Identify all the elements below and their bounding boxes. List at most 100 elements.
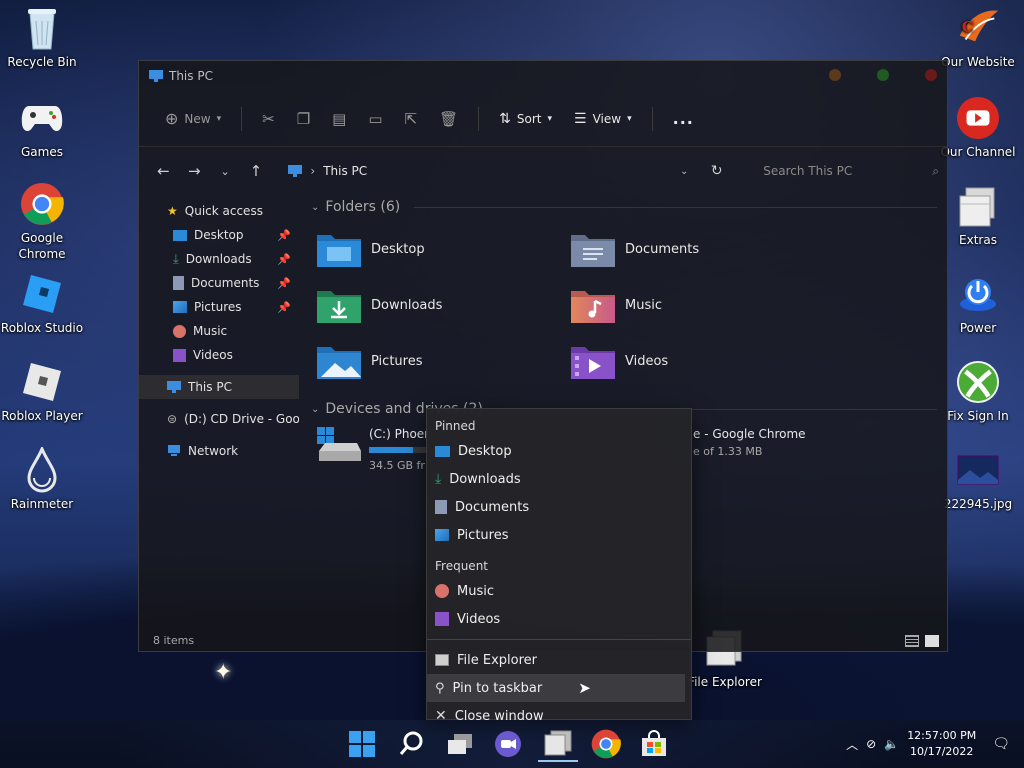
desktop-icon-power[interactable]: Power: [936, 272, 1020, 336]
details-view-icon[interactable]: [905, 635, 919, 647]
minimize-button[interactable]: [829, 69, 841, 81]
jump-list-item-downloads[interactable]: ⤓ Downloads: [427, 465, 685, 493]
windows-drive-icon: [317, 427, 361, 461]
sidebar-item-downloads[interactable]: ⤓ Downloads 📌: [139, 247, 299, 271]
video-icon: [173, 348, 186, 362]
start-button[interactable]: [342, 726, 382, 762]
desktop-icon-fix-sign-in[interactable]: Fix Sign In: [936, 360, 1020, 424]
sidebar-item-label: (D:) CD Drive - Goo: [184, 412, 299, 426]
breadcrumb[interactable]: › This PC ⌄: [288, 164, 688, 178]
clock[interactable]: 12:57:00 PM 10/17/2022: [907, 728, 976, 760]
sidebar-item-label: Desktop: [194, 228, 244, 242]
sort-button[interactable]: ⇅ Sort ▾: [491, 103, 560, 135]
sidebar-item-network[interactable]: Network: [139, 439, 299, 463]
pin-icon: 📌: [277, 276, 291, 290]
jump-list-open-file-explorer[interactable]: File Explorer: [427, 646, 685, 674]
address-dropdown-icon[interactable]: ⌄: [680, 166, 688, 177]
sidebar-item-music[interactable]: Music: [139, 319, 299, 343]
more-options-button[interactable]: ...: [665, 103, 702, 135]
teams-chat-button[interactable]: [488, 726, 528, 762]
desktop-icon-roblox-studio[interactable]: Roblox Studio: [0, 272, 84, 336]
rename-button[interactable]: ▭: [360, 103, 390, 135]
cut-button[interactable]: ✂: [254, 103, 283, 135]
up-button[interactable]: ↑: [244, 158, 269, 184]
taskbar-search-button[interactable]: [392, 726, 432, 762]
forward-button[interactable]: →: [182, 158, 207, 184]
folder-documents[interactable]: Documents: [571, 227, 825, 271]
jump-list-item-videos[interactable]: Videos: [427, 605, 685, 633]
folders-section-header[interactable]: ⌄ Folders (6): [311, 195, 937, 219]
file-explorer-taskbar-button[interactable]: [538, 726, 578, 762]
notifications-icon[interactable]: 🗨: [992, 736, 1010, 752]
desktop-icon-label: Rainmeter: [10, 497, 74, 511]
more-icon: ...: [672, 109, 694, 128]
video-icon: [435, 612, 449, 626]
jump-list-pin-to-taskbar[interactable]: ⚲ Pin to taskbar ➤: [427, 674, 685, 702]
folder-desktop[interactable]: Desktop: [317, 227, 571, 271]
close-button[interactable]: [925, 69, 937, 81]
desktop-icon-games[interactable]: Games: [0, 96, 84, 160]
section-title: Folders (6): [325, 199, 401, 215]
desktop-icon-our-channel[interactable]: Our Channel: [936, 96, 1020, 160]
network-icon: [168, 445, 180, 456]
sparkle-icon: ✦: [214, 660, 233, 685]
picture-icon: [173, 301, 187, 313]
chrome-icon: [591, 729, 621, 759]
folder-videos[interactable]: Videos: [571, 339, 825, 383]
desktop-icon-extras[interactable]: Extras: [936, 184, 1020, 248]
desktop-icon-image-file[interactable]: 222945.jpg: [936, 448, 1020, 512]
chrome-taskbar-button[interactable]: [586, 726, 626, 762]
desktop-folder-icon: [317, 231, 361, 267]
desktop-icon-our-website[interactable]: C Our Website: [936, 6, 1020, 70]
desktop-icon-rainmeter[interactable]: Rainmeter: [0, 447, 84, 512]
jump-list-item-pictures[interactable]: Pictures: [427, 521, 685, 549]
sidebar-item-pictures[interactable]: Pictures 📌: [139, 295, 299, 319]
paste-button[interactable]: ▤: [324, 103, 354, 135]
jump-list-item-music[interactable]: Music: [427, 577, 685, 605]
refresh-button[interactable]: ↻: [704, 158, 729, 184]
sidebar-item-label: Downloads: [185, 252, 252, 266]
show-hidden-icons-chevron-icon[interactable]: ︿: [846, 736, 858, 753]
desktop-icon-label: Fix Sign In: [947, 409, 1009, 423]
delete-button[interactable]: 🗑: [431, 103, 466, 135]
sidebar-item-cd-drive[interactable]: ⊜ (D:) CD Drive - Goo: [139, 407, 299, 431]
sidebar-item-videos[interactable]: Videos: [139, 343, 299, 367]
volume-icon[interactable]: 🔈: [884, 737, 899, 751]
copy-button[interactable]: ❐: [289, 103, 318, 135]
clock-time: 12:57:00 PM: [907, 729, 977, 742]
jump-list-item-desktop[interactable]: Desktop: [427, 437, 685, 465]
navigation-pane: ★ Quick access Desktop 📌 ⤓ Downloads 📌 D…: [139, 195, 299, 627]
back-button[interactable]: ←: [151, 158, 176, 184]
jump-list-item-documents[interactable]: Documents: [427, 493, 685, 521]
pin-icon: 📌: [277, 228, 291, 242]
store-button[interactable]: [634, 726, 674, 762]
sidebar-item-quick-access[interactable]: ★ Quick access: [139, 199, 299, 223]
share-button[interactable]: ⇱: [397, 103, 426, 135]
sidebar-item-documents[interactable]: Documents 📌: [139, 271, 299, 295]
jump-list-item-label: Pin to taskbar: [452, 680, 543, 696]
folder-pictures[interactable]: Pictures: [317, 339, 571, 383]
drive-d[interactable]: e - Google Chrome e of 1.33 MB: [693, 427, 806, 458]
task-view-button[interactable]: [440, 726, 480, 762]
network-status-icon[interactable]: ⊘: [866, 737, 876, 751]
sidebar-item-this-pc[interactable]: This PC: [139, 375, 299, 399]
videos-folder-icon: [571, 343, 615, 379]
desktop-icon-roblox-player[interactable]: Roblox Player: [0, 360, 84, 424]
folder-label: Desktop: [371, 241, 425, 257]
new-button[interactable]: ⊕ New ▾: [157, 103, 229, 135]
this-pc-icon: [149, 70, 163, 82]
jump-list-divider: [427, 639, 691, 640]
sidebar-item-desktop[interactable]: Desktop 📌: [139, 223, 299, 247]
toolbar-divider: [651, 106, 653, 131]
large-icons-view-icon[interactable]: [925, 635, 939, 647]
recent-locations-button[interactable]: ⌄: [213, 158, 238, 184]
desktop-icon-google-chrome[interactable]: Google Chrome: [0, 182, 84, 262]
folder-downloads[interactable]: Downloads: [317, 283, 571, 327]
maximize-button[interactable]: [877, 69, 889, 81]
view-button[interactable]: ☰ View ▾: [566, 103, 640, 135]
folder-music[interactable]: Music: [571, 283, 825, 327]
address-bar-row: ← → ⌄ ↑ › This PC ⌄ ↻ Search This PC ⌕: [139, 147, 947, 195]
search-placeholder: Search This PC: [763, 164, 853, 178]
search-input[interactable]: Search This PC ⌕: [755, 157, 947, 185]
desktop-icon-recycle-bin[interactable]: Recycle Bin: [0, 6, 84, 70]
